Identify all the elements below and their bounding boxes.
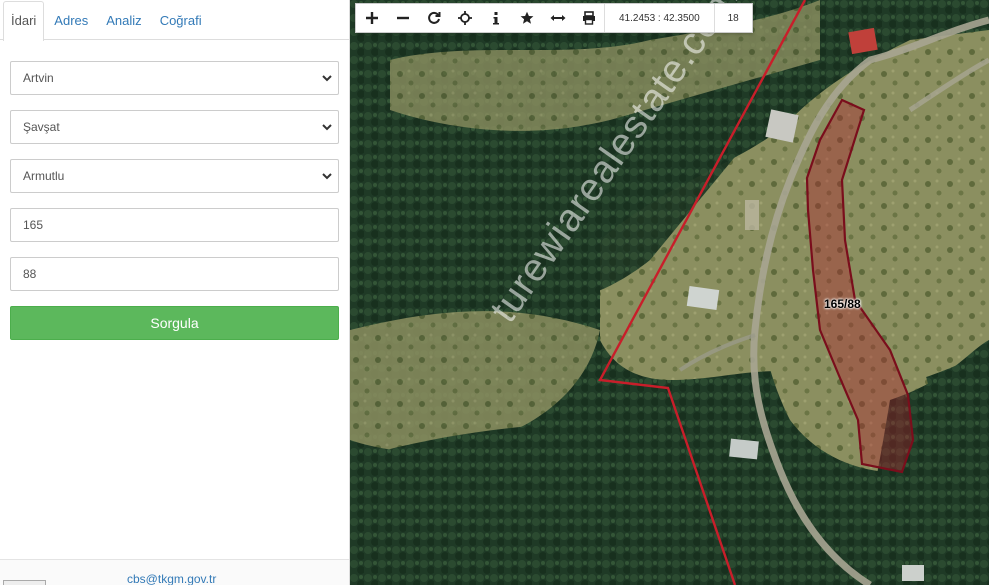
measure-button[interactable] [542,4,573,32]
block-value: 165 [23,218,44,232]
province-select[interactable]: Artvin [10,61,339,95]
footer-button[interactable] [3,580,46,585]
chevron-down-icon [322,173,332,180]
district-value: Şavşat [23,120,60,134]
print-icon [582,11,595,25]
refresh-icon [427,11,440,24]
district-select[interactable]: Şavşat [10,110,339,144]
zoom-out-button[interactable] [387,4,418,32]
info-button[interactable] [480,4,511,32]
block-input[interactable]: 165 [10,208,339,242]
tab-cografi[interactable]: Coğrafi [152,1,210,39]
app: İdari Adres Analiz Coğrafi Artvin Şavşat… [0,0,989,585]
chevron-down-icon [322,75,332,82]
sidebar: İdari Adres Analiz Coğrafi Artvin Şavşat… [0,0,350,585]
sidebar-footer: cbs@tkgm.gov.tr [0,559,349,585]
contact-email-link[interactable]: cbs@tkgm.gov.tr [127,572,216,585]
query-button[interactable]: Sorgula [10,306,339,340]
zoom-in-button[interactable] [356,4,387,32]
tab-bar: İdari Adres Analiz Coğrafi [0,0,349,41]
neighborhood-value: Armutlu [23,169,65,183]
parcel-input[interactable]: 88 [10,257,339,291]
tab-adres[interactable]: Adres [46,1,96,39]
parcel-value: 88 [23,267,37,281]
coordinate-readout: 41.2453 : 42.3500 [604,4,714,32]
neighborhood-select[interactable]: Armutlu [10,159,339,193]
zoom-out-icon [396,16,409,20]
locate-button[interactable] [449,4,480,32]
print-button[interactable] [573,4,604,32]
bookmark-button[interactable] [511,4,542,32]
province-value: Artvin [23,71,54,85]
measure-icon [550,15,565,21]
chevron-down-icon [322,124,332,131]
zoom-in-icon [365,12,378,24]
tab-analiz[interactable]: Analiz [98,1,149,39]
refresh-button[interactable] [418,4,449,32]
info-icon [492,12,499,25]
parcel-label: 165/88 [824,297,861,311]
star-icon [520,11,533,24]
query-form: Artvin Şavşat Armutlu 165 88 Sorgula [0,40,349,340]
tab-idari[interactable]: İdari [3,1,45,41]
locate-icon [457,11,472,25]
map-toolbar: 41.2453 : 42.3500 18 [355,3,753,33]
map-view[interactable]: turewiarealestate.com 165/88 41.2453: 4… [350,0,989,585]
zoom-level-readout: 18 [713,4,752,32]
